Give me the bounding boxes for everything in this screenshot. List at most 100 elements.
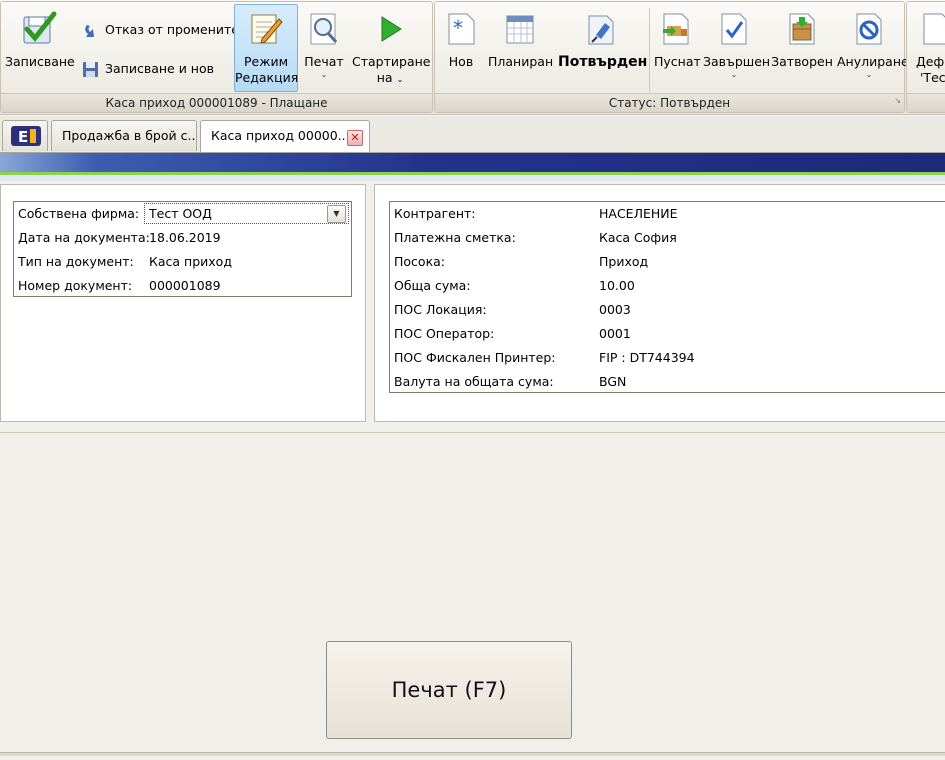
ribbon-separator <box>649 8 650 92</box>
truck-icon <box>663 13 689 45</box>
pos-location-value[interactable]: 0003 <box>599 298 631 322</box>
pin-document-icon <box>588 15 614 45</box>
status-group-text: Статус: Потвърден <box>608 96 731 110</box>
status-group: * Нов Планиран Потвърден Пуснат Завършен… <box>434 1 909 113</box>
tab-cash-receipt[interactable]: Каса приход 00000... ✕ <box>200 120 370 152</box>
chevron-down-icon: ⌄ <box>396 75 404 84</box>
save-and-new-label: Записване и нов <box>105 61 214 76</box>
play-icon <box>381 16 402 42</box>
own-company-value: Тест ООД <box>149 206 212 221</box>
pos-operator-value[interactable]: 0001 <box>599 322 631 346</box>
save-and-new-button[interactable]: Записване и нов <box>81 57 214 81</box>
print-ribbon-label: Печат <box>304 54 344 69</box>
confirmed-status-label: Потвърден <box>558 54 648 70</box>
released-status-label: Пуснат <box>654 54 701 69</box>
save-check-icon <box>23 11 57 44</box>
payment-fields-grid: Контрагент: НАСЕЛЕНИЕ Платежна сметка: К… <box>389 201 945 393</box>
confirmed-status-button[interactable]: Потвърден <box>557 4 648 92</box>
payment-account-value[interactable]: Каса София <box>599 226 677 250</box>
print-f7-button[interactable]: Печат (F7) <box>326 641 572 739</box>
planned-status-button[interactable]: Планиран <box>487 4 553 92</box>
document-date-label: Дата на документа: <box>18 230 150 245</box>
document-date-value[interactable]: 18.06.2019 <box>149 226 221 250</box>
document-group-label: Каса приход 000001089 - Плащане <box>1 93 432 112</box>
own-company-row: Собствена фирма: Тест ООД ▼ <box>14 202 351 226</box>
svg-text:E: E <box>18 128 28 146</box>
define-line1: Дефи <box>916 54 945 69</box>
pos-location-label: ПОС Локация: <box>394 302 487 317</box>
document-number-label: Номер документ: <box>18 278 133 293</box>
planned-status-label: Планиран <box>488 54 554 69</box>
direction-value[interactable]: Приход <box>599 250 648 274</box>
new-document-icon: * <box>448 13 475 45</box>
ribbon: Записване Отказ от промените Записване и… <box>0 0 945 115</box>
payment-details-panel: Контрагент: НАСЕЛЕНИЕ Платежна сметка: К… <box>374 184 945 422</box>
start-on-line2-text: на <box>376 70 393 85</box>
document-fields-grid: Собствена фирма: Тест ООД ▼ Дата на доку… <box>13 201 352 297</box>
tab-cash-sale-label: Продажба в брой с... <box>62 128 197 143</box>
undo-icon <box>85 24 94 37</box>
released-status-button[interactable]: Пуснат <box>653 4 701 92</box>
pos-operator-label: ПОС Оператор: <box>394 326 495 341</box>
group-launcher-icon[interactable]: ↘ <box>894 92 901 110</box>
cancel-status-button[interactable]: Анулиране ⌄ <box>836 4 909 92</box>
empty-content-area <box>0 432 945 637</box>
total-amount-label: Обща сума: <box>394 278 471 293</box>
start-on-line1: Стартиране <box>352 54 431 69</box>
completed-status-button[interactable]: Завършен ⌄ <box>702 4 771 92</box>
pos-fiscal-printer-value[interactable]: FIP : DT744394 <box>599 346 695 370</box>
edit-mode-line2: Редакция <box>235 70 299 85</box>
undo-changes-label: Отказ от промените <box>105 22 239 37</box>
document-number-value[interactable]: 000001089 <box>149 274 221 298</box>
print-ribbon-button[interactable]: Печат ⌄ <box>301 4 347 92</box>
document-tabs: E Продажба в брой с... Каса приход 00000… <box>0 116 945 153</box>
edit-pencil-icon <box>251 14 283 44</box>
currency-label: Валута на общата сума: <box>394 374 554 389</box>
chevron-down-icon[interactable]: ▼ <box>327 205 346 223</box>
chevron-down-icon: ⌄ <box>730 70 738 79</box>
document-group: Записване Отказ от промените Записване и… <box>0 1 433 113</box>
save-button[interactable]: Записване <box>4 4 75 92</box>
new-status-button[interactable]: * Нов <box>439 4 483 92</box>
document-header-panel: Собствена фирма: Тест ООД ▼ Дата на доку… <box>0 184 366 422</box>
footer-divider <box>0 752 945 756</box>
total-amount-value[interactable]: 10.00 <box>599 274 635 298</box>
completed-status-label: Завършен <box>703 54 771 69</box>
banner-light-stripe <box>0 175 945 181</box>
pos-fiscal-printer-label: ПОС Фискален Принтер: <box>394 350 556 365</box>
define-button[interactable]: Дефи 'Тес <box>909 4 945 92</box>
print-preview-icon <box>310 13 338 45</box>
status-group-label: Статус: Потвърден ↘ <box>435 93 904 112</box>
own-company-select[interactable]: Тест ООД ▼ <box>144 203 349 224</box>
app-logo-icon: E <box>11 126 41 146</box>
undo-changes-button[interactable]: Отказ от промените <box>81 18 239 42</box>
new-status-label: Нов <box>448 54 474 69</box>
cancel-status-label: Анулиране <box>837 54 909 69</box>
define-group: Дефи 'Тес <box>906 1 945 113</box>
closed-status-button[interactable]: Затворен <box>769 4 835 92</box>
document-icon <box>923 13 945 45</box>
edit-mode-line1: Режим <box>243 54 289 69</box>
counterparty-label: Контрагент: <box>394 206 476 221</box>
box-icon <box>789 13 815 45</box>
define-line2: 'Тес <box>920 70 945 85</box>
document-type-label: Тип на документ: <box>18 254 134 269</box>
checkmark-document-icon <box>721 13 747 45</box>
header-banner <box>0 153 945 181</box>
tab-cash-sale[interactable]: Продажба в брой с... <box>51 120 197 151</box>
floppy-icon <box>83 61 98 77</box>
payment-account-label: Платежна сметка: <box>394 230 516 245</box>
home-tab[interactable]: E <box>2 120 48 151</box>
print-f7-label: Печат (F7) <box>391 678 507 702</box>
direction-label: Посока: <box>394 254 445 269</box>
save-label: Записване <box>5 54 75 69</box>
edit-mode-button[interactable]: Режим Редакция <box>234 4 298 92</box>
document-type-value[interactable]: Каса приход <box>149 250 232 274</box>
close-icon[interactable]: ✕ <box>347 130 363 146</box>
closed-status-label: Затворен <box>771 54 833 69</box>
start-on-button[interactable]: Стартиране на ⌄ <box>351 4 431 92</box>
calendar-icon <box>506 15 534 44</box>
own-company-label: Собствена фирма: <box>18 206 140 221</box>
currency-value[interactable]: BGN <box>599 370 626 394</box>
counterparty-value[interactable]: НАСЕЛЕНИЕ <box>599 202 678 226</box>
